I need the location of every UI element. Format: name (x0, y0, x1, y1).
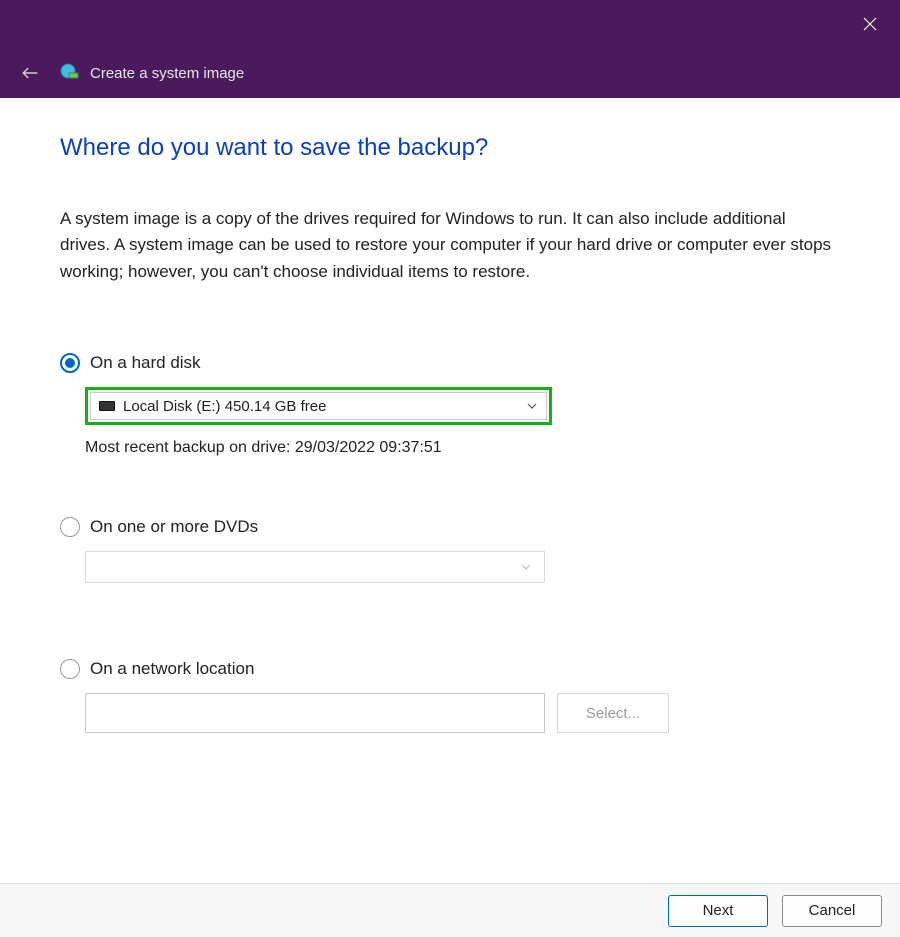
titlebar (0, 0, 900, 48)
cancel-button[interactable]: Cancel (782, 895, 882, 927)
option-hard-disk[interactable]: On a hard disk (60, 353, 840, 373)
drive-select-highlight: Local Disk (E:) 450.14 GB free (85, 387, 552, 425)
option-network-label: On a network location (90, 659, 254, 679)
drive-dropdown[interactable]: Local Disk (E:) 450.14 GB free (90, 392, 547, 420)
dvd-dropdown[interactable] (85, 551, 545, 583)
option-dvd-label: On one or more DVDs (90, 517, 258, 537)
radio-dvd[interactable] (60, 517, 80, 537)
hard-drive-icon (99, 401, 115, 411)
page-description: A system image is a copy of the drives r… (60, 206, 840, 285)
network-path-input[interactable] (85, 693, 545, 733)
chevron-down-icon (526, 400, 538, 412)
option-hard-disk-label: On a hard disk (90, 353, 201, 373)
back-arrow-icon (21, 64, 39, 82)
header-title: Create a system image (90, 65, 244, 82)
back-button[interactable] (18, 61, 42, 85)
radio-hard-disk[interactable] (60, 353, 80, 373)
system-image-icon (60, 63, 80, 83)
footer-bar: Next Cancel (0, 883, 900, 937)
close-button[interactable] (856, 10, 884, 38)
radio-network[interactable] (60, 659, 80, 679)
chevron-down-icon (520, 561, 532, 573)
option-dvd[interactable]: On one or more DVDs (60, 517, 840, 537)
recent-backup-text: Most recent backup on drive: 29/03/2022 … (85, 439, 840, 457)
close-icon (863, 17, 877, 31)
select-network-button[interactable]: Select... (557, 693, 669, 733)
option-network[interactable]: On a network location (60, 659, 840, 679)
drive-dropdown-value: Local Disk (E:) 450.14 GB free (123, 398, 326, 415)
next-button[interactable]: Next (668, 895, 768, 927)
header-bar: Create a system image (0, 48, 900, 98)
page-heading: Where do you want to save the backup? (60, 134, 840, 162)
